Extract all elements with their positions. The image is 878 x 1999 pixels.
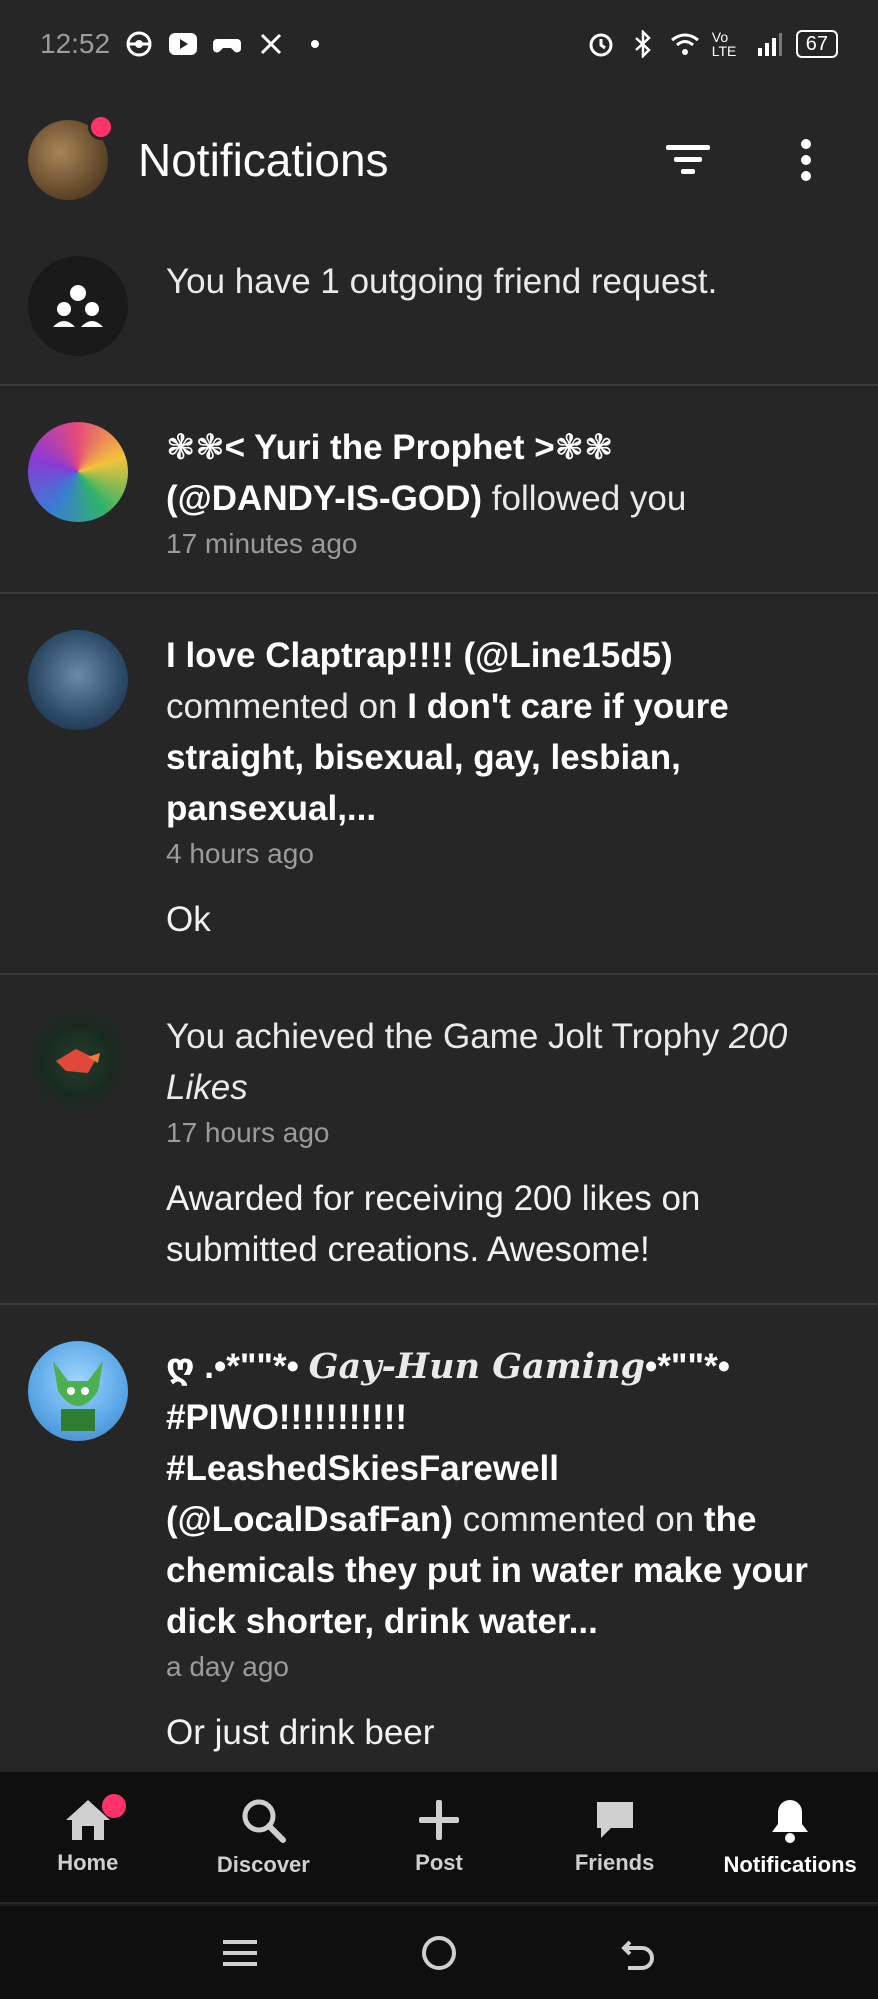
nav-home[interactable]: Home [0,1772,176,1902]
comment-body: Ok [166,900,211,939]
battery-indicator: 67 [795,30,838,58]
unread-dot [88,114,114,140]
user-avatar[interactable] [28,114,114,200]
avatar[interactable] [28,630,128,730]
user-name-tail[interactable]: •*""*• [645,1347,730,1386]
avatar[interactable] [28,422,128,522]
app-header: Notifications [0,100,878,220]
status-system-icons: Vo LTE 67 [586,29,838,59]
notification-content: You have 1 outgoing friend request. [166,256,850,356]
wifi-icon [670,29,700,59]
user-name-line2[interactable]: #PIWO!!!!!!!!!!! [166,1398,407,1437]
user-name-italic[interactable]: Gay-Hun Gaming [309,1346,645,1387]
notification-content: I love Claptrap!!!! (@Line15d5) commente… [166,630,850,945]
nav-notifications[interactable]: Notifications [702,1772,878,1902]
plus-icon [418,1800,459,1840]
filter-icon [666,145,710,174]
user-handle[interactable]: (@Line15d5) [464,636,673,675]
signal-icon [754,29,784,59]
user-handle[interactable]: (@DANDY-IS-GOD) [166,479,482,518]
nav-discover[interactable]: Discover [176,1772,352,1902]
notification-follow[interactable]: ❃❃< Yuri the Prophet >❃❃ (@DANDY-IS-GOD)… [0,386,878,594]
notification-list[interactable]: You have 1 outgoing friend request. ❃❃< … [0,240,878,1772]
nav-post[interactable]: Post [351,1772,527,1902]
recents-button[interactable] [216,1929,264,1977]
home-unread-dot [101,1794,126,1818]
action-text: followed you [482,479,687,518]
user-name-line3[interactable]: #LeashedSkiesFarewell [166,1449,559,1488]
nav-label: Post [415,1850,463,1875]
timestamp: 17 hours ago [166,1117,330,1148]
nav-label: Notifications [723,1852,857,1877]
nav-label: Friends [574,1850,655,1875]
notification-comment[interactable]: I love Claptrap!!!! (@Line15d5) commente… [0,594,878,975]
notification-friend-request[interactable]: You have 1 outgoing friend request. [0,240,878,386]
comment-body: Or just drink beer [166,1713,435,1752]
nav-friends[interactable]: Friends [527,1772,703,1902]
notification-content: You achieved the Game Jolt Trophy 200 Li… [166,1011,850,1275]
friends-icon [28,256,128,356]
gamepad-icon [212,29,242,59]
trophy-prefix: You achieved the Game Jolt Trophy [166,1017,729,1056]
user-name[interactable]: I love Claptrap!!!! [166,636,454,675]
chat-icon [596,1802,633,1838]
trophy-icon [56,1049,100,1073]
nav-label: Discover [216,1852,310,1877]
notification-text: You have 1 outgoing friend request. [166,262,718,301]
home-system-button[interactable] [415,1929,463,1977]
bluetooth-icon [628,29,658,59]
action-text: commented on [166,687,408,726]
bell-icon [772,1800,809,1843]
user-name-symbol[interactable]: ღ .•*""*• [166,1347,309,1386]
notification-content: ღ .•*""*• Gay-Hun Gaming•*""*• #PIWO!!!!… [166,1341,850,1758]
notification-comment[interactable]: ღ .•*""*• Gay-Hun Gaming•*""*• #PIWO!!!!… [0,1305,878,1772]
nav-label: Home [57,1850,119,1875]
status-time: 12:52 [40,28,111,59]
notification-content: ❃❃< Yuri the Prophet >❃❃ (@DANDY-IS-GOD)… [166,422,850,564]
trophy-avatar [28,1011,128,1111]
filter-button[interactable] [664,136,712,184]
pokeball-icon [124,29,154,59]
page-title: Notifications [138,134,389,186]
status-app-icons [124,29,330,59]
more-vertical-icon [801,139,811,181]
circle-icon [421,1935,456,1970]
more-options-button[interactable] [782,136,830,184]
alarm-icon [586,29,616,59]
back-icon [621,1940,655,1970]
avatar[interactable] [28,1341,128,1441]
timestamp: a day ago [166,1651,289,1682]
network-type: Vo LTE [711,29,737,59]
trophy-description: Awarded for receiving 200 likes on submi… [166,1179,701,1269]
action-text: commented on [452,1500,704,1539]
bottom-navigation: Home Discover Post Friends Notifications [0,1772,878,1902]
menu-icon [222,1939,257,1966]
dot-icon [300,29,330,59]
user-name[interactable]: ❃❃< Yuri the Prophet >❃❃ [166,428,613,467]
timestamp: 4 hours ago [166,838,314,869]
system-navigation [0,1904,878,1999]
x-icon [256,29,286,59]
notification-trophy[interactable]: You achieved the Game Jolt Trophy 200 Li… [0,975,878,1305]
status-bar: 12:52 Vo LTE 67 [0,0,878,88]
search-icon [242,1799,287,1843]
user-handle[interactable]: (@LocalDsafFan) [166,1500,453,1539]
header-actions [664,136,850,184]
back-button[interactable] [614,1929,662,1977]
youtube-icon [168,29,198,59]
timestamp: 17 minutes ago [166,528,358,559]
